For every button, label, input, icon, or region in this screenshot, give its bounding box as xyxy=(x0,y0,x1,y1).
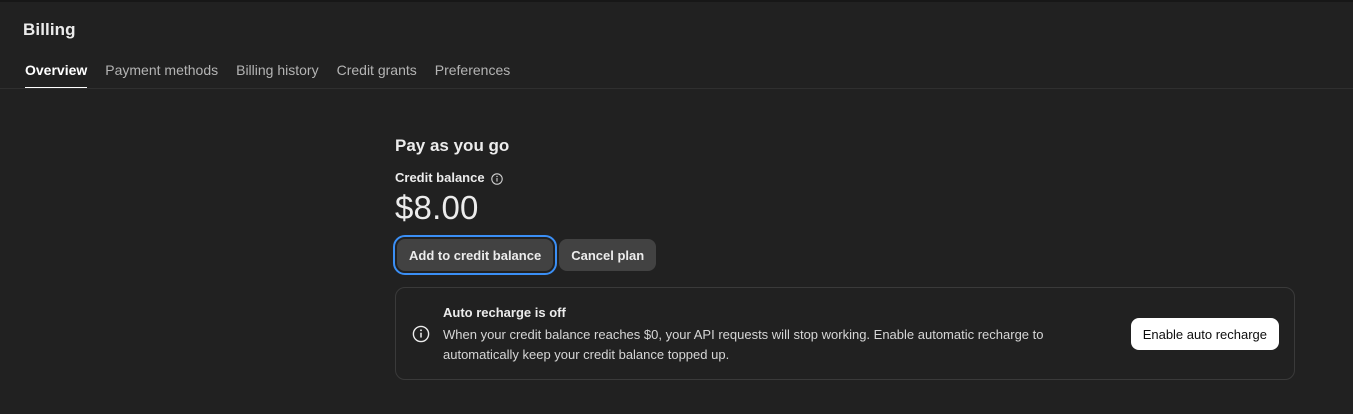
credit-balance-value: $8.00 xyxy=(395,189,479,226)
tab-payment-methods[interactable]: Payment methods xyxy=(105,62,218,89)
page-title: Billing xyxy=(23,20,76,39)
add-to-credit-balance-button[interactable]: Add to credit balance xyxy=(392,235,558,275)
tab-billing-history[interactable]: Billing history xyxy=(236,62,318,89)
notice-text: Auto recharge is off When your credit ba… xyxy=(443,305,1103,365)
billing-tabs: Overview Payment methods Billing history… xyxy=(25,62,528,89)
tabs-divider xyxy=(0,88,1353,89)
billing-page: Billing Overview Payment methods Billing… xyxy=(0,0,1353,414)
tab-credit-grants[interactable]: Credit grants xyxy=(337,62,417,89)
plan-title: Pay as you go xyxy=(395,136,510,155)
info-icon[interactable] xyxy=(490,172,503,185)
tab-overview[interactable]: Overview xyxy=(25,62,88,89)
credit-balance-label: Credit balance xyxy=(395,170,485,185)
info-icon xyxy=(412,325,430,343)
cancel-plan-button[interactable]: Cancel plan xyxy=(559,239,657,271)
tab-preferences[interactable]: Preferences xyxy=(435,62,510,89)
plan-actions: Add to credit balance Cancel plan xyxy=(392,235,1295,275)
enable-auto-recharge-button[interactable]: Enable auto recharge xyxy=(1130,318,1279,350)
notice-title: Auto recharge is off xyxy=(443,305,566,320)
notice-body: When your credit balance reaches $0, you… xyxy=(443,327,1044,362)
plan-section: Pay as you go Credit balance $8.00 Add t… xyxy=(392,136,1295,380)
credit-balance-label-row: Credit balance xyxy=(395,170,1295,185)
auto-recharge-notice: Auto recharge is off When your credit ba… xyxy=(395,287,1295,380)
